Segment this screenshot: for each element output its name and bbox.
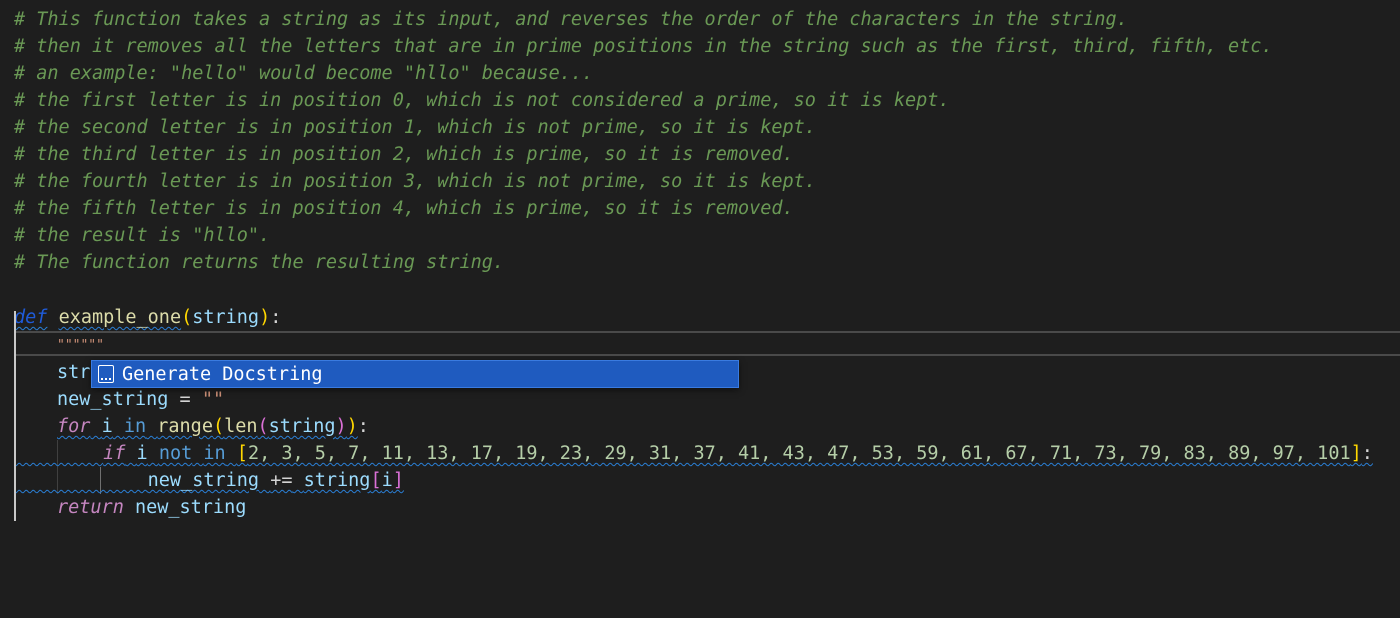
comment-line-6: # the third letter is in position 2, whi… (14, 144, 794, 165)
len-arg: string (268, 416, 336, 437)
current-line-highlight (14, 331, 1400, 356)
comment-line-7: # the fourth letter is in position 3, wh… (14, 171, 816, 192)
comment-line-3: # an example: "hello" would become "hllo… (14, 63, 594, 84)
comment-line-5: # the second letter is in position 1, wh… (14, 117, 816, 138)
comment-line-8: # the fifth letter is in position 4, whi… (14, 198, 794, 219)
comment-line-4: # the first letter is in position 0, whi… (14, 90, 950, 111)
in-keyword: in (123, 416, 147, 437)
return-line: return new_string (57, 494, 246, 521)
empty-string: "" (201, 389, 225, 410)
if-line: if i not in [2, 3, 5, 7, 11, 13, 17, 19,… (103, 443, 1373, 464)
suggestion-widget[interactable]: Generate Docstring (91, 360, 739, 388)
new-string-var: new_string (57, 389, 169, 410)
comment-line-2: # then it removes all the letters that a… (14, 36, 1273, 57)
init-line: new_string = "" (57, 389, 225, 410)
append-line: new_string += string[i] (147, 470, 404, 491)
string-index-base: string (303, 470, 371, 491)
primes-list: 2, 3, 5, 7, 11, 13, 17, 19, 23, 29, 31, … (247, 443, 1351, 464)
code-editor[interactable]: # This function takes a string as its in… (0, 0, 1400, 618)
comment-line-10: # The function returns the resulting str… (14, 252, 505, 273)
paren-open: ( (181, 307, 193, 328)
for-line: for i in range(len(string)): (57, 416, 369, 437)
docstring-line[interactable]: """""" (57, 330, 104, 357)
len-call: len (224, 416, 258, 437)
param-string: string (192, 307, 260, 328)
return-value: new_string (134, 497, 247, 518)
str-prefix: str (57, 362, 91, 383)
reverse-line: str (57, 359, 90, 386)
scope-guide (14, 311, 16, 521)
if-keyword: if (103, 443, 126, 464)
comment-line-9: # the result is "hllo". (14, 225, 271, 246)
return-keyword: return (57, 497, 124, 518)
range-call: range (157, 416, 213, 437)
loop-var: i (101, 416, 113, 437)
index-var: i (381, 470, 393, 491)
def-keyword: def (14, 307, 48, 328)
in-keyword-2: in (203, 443, 226, 464)
def-line: def example_one(string): (14, 304, 281, 331)
paren-close: ) (259, 307, 271, 328)
docstring-quotes: """""" (57, 338, 104, 353)
if-var: i (136, 443, 148, 464)
append-target: new_string (147, 470, 260, 491)
comment-line-1: # This function takes a string as its in… (14, 9, 1128, 30)
plus-equals: += (270, 470, 293, 491)
function-name: example_one (58, 307, 182, 328)
for-keyword: for (57, 416, 91, 437)
not-keyword: not (158, 443, 193, 464)
suggestion-label[interactable]: Generate Docstring (122, 364, 322, 385)
snippet-icon (98, 365, 114, 383)
colon: : (270, 307, 282, 328)
